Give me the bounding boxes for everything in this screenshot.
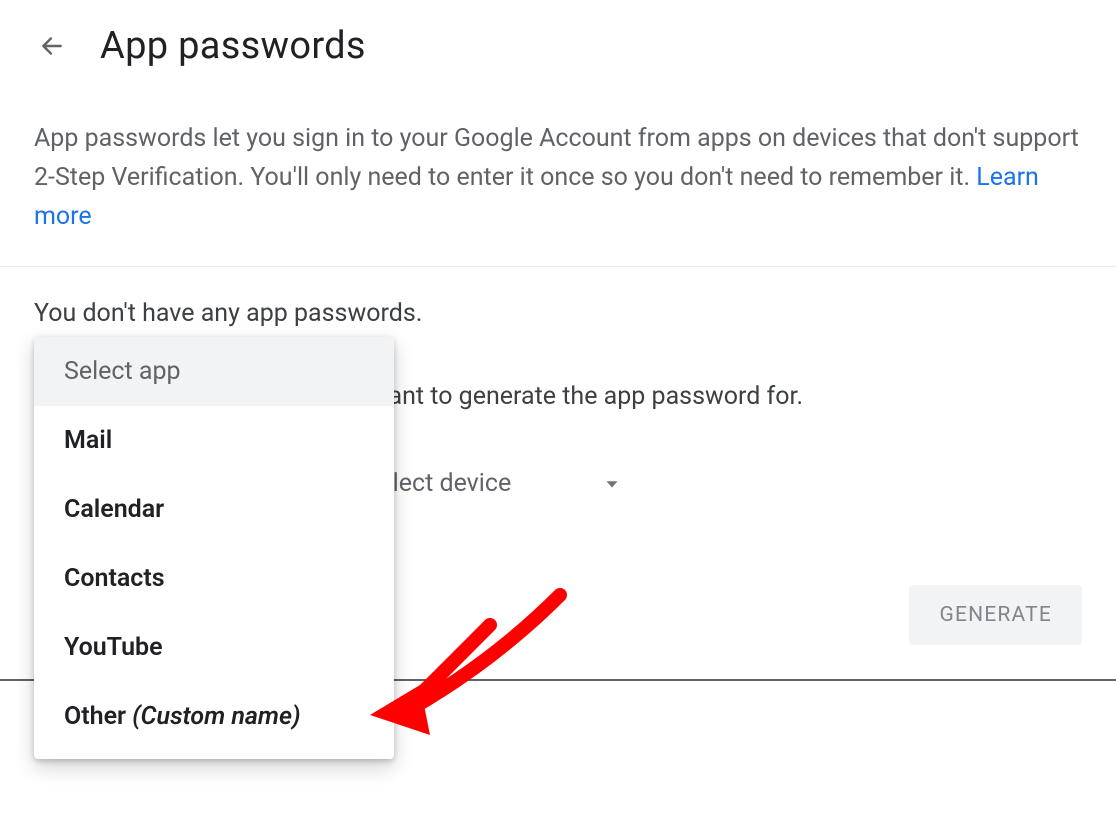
- no-passwords-text: You don't have any app passwords.: [34, 299, 1082, 328]
- select-app-menu: Select app Mail Calendar Contacts YouTub…: [34, 337, 394, 759]
- generate-button[interactable]: GENERATE: [909, 585, 1082, 645]
- description-block: App passwords let you sign in to your Go…: [0, 92, 1116, 266]
- menu-option-youtube[interactable]: YouTube: [34, 613, 394, 682]
- arrow-left-icon: [39, 33, 65, 63]
- page-title: App passwords: [100, 24, 366, 68]
- menu-header: Select app: [34, 337, 394, 406]
- description-text: App passwords let you sign in to your Go…: [34, 124, 1079, 192]
- menu-option-contacts[interactable]: Contacts: [34, 544, 394, 613]
- back-button[interactable]: [32, 28, 72, 68]
- menu-option-mail[interactable]: Mail: [34, 406, 394, 475]
- select-device-dropdown[interactable]: Select device: [365, 469, 624, 499]
- menu-option-calendar[interactable]: Calendar: [34, 475, 394, 544]
- chevron-down-icon: [601, 473, 623, 495]
- menu-option-other[interactable]: Other (Custom name): [34, 682, 394, 751]
